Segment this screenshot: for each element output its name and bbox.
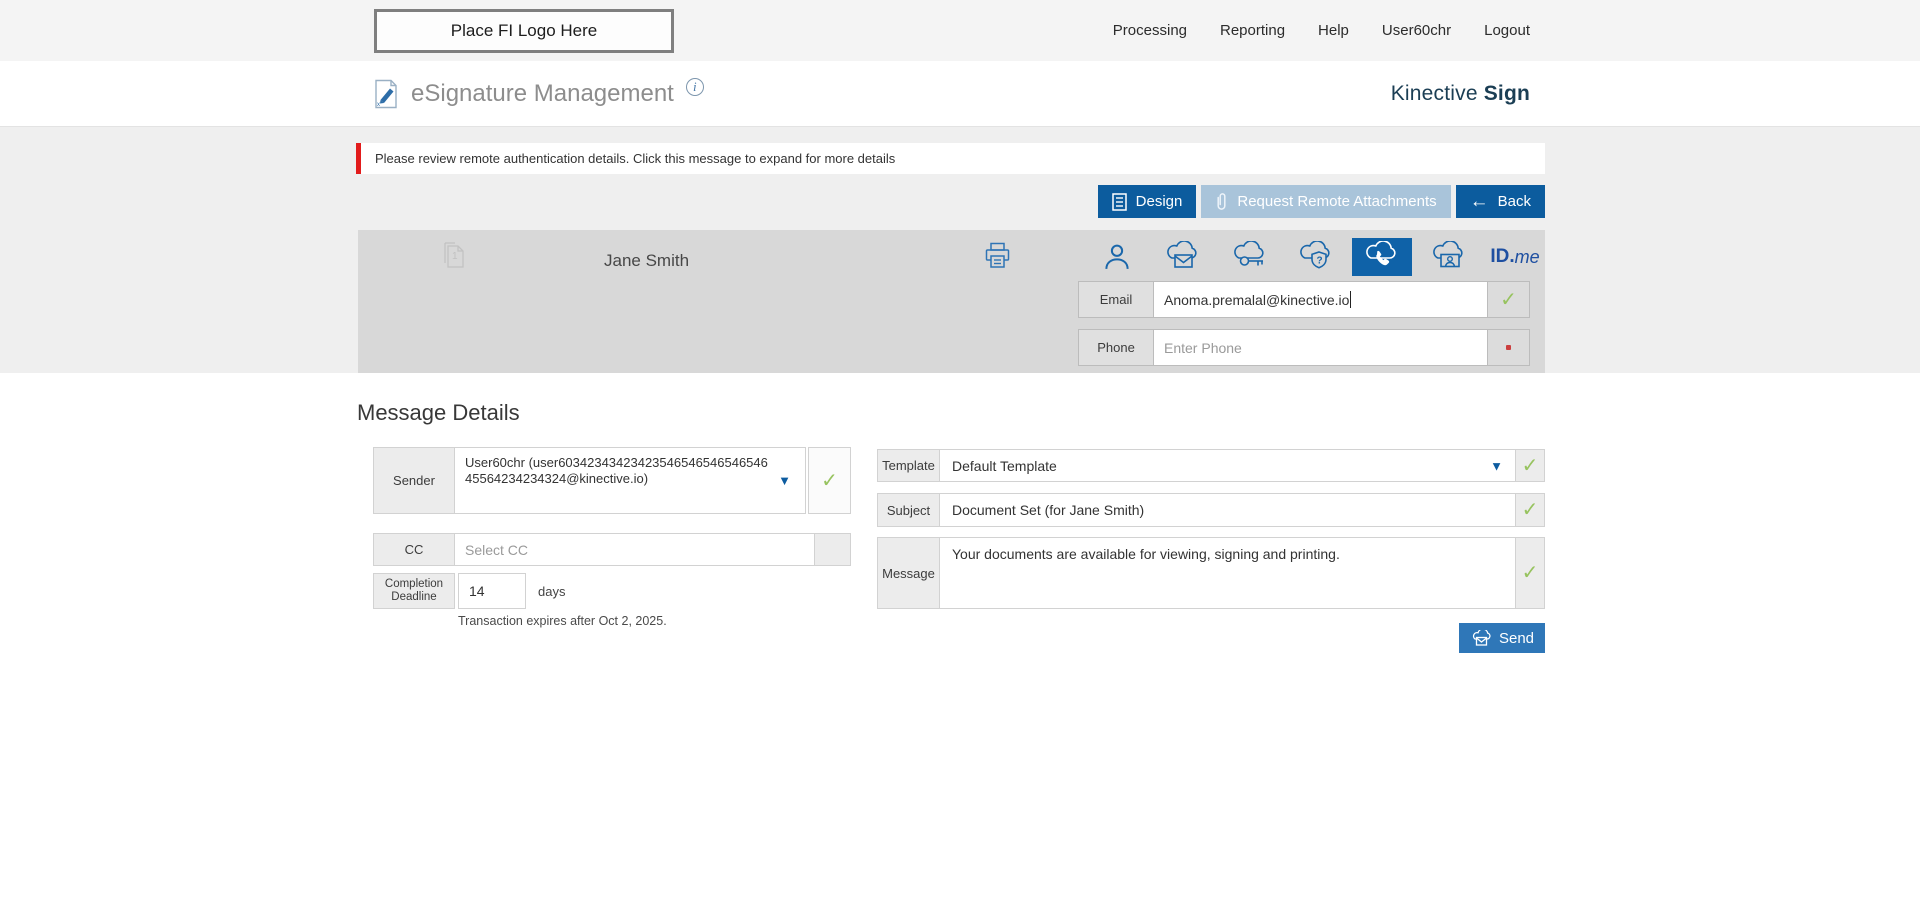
check-icon: ✓ <box>1500 290 1517 310</box>
alert-text: Please review remote authentication deta… <box>375 151 895 166</box>
check-icon: ✓ <box>1522 500 1539 520</box>
check-icon: ✓ <box>1522 563 1539 583</box>
completion-deadline-label: Completion Deadline <box>373 573 455 609</box>
text-cursor <box>1350 291 1351 308</box>
idme-logo[interactable]: ID.me <box>1485 238 1545 276</box>
nav-processing[interactable]: Processing <box>1113 22 1187 39</box>
cc-valid-cell <box>815 533 851 566</box>
send-button[interactable]: Send <box>1459 623 1545 653</box>
cloud-envelope-icon[interactable] <box>1153 238 1213 276</box>
message-textarea[interactable]: Your documents are available for viewing… <box>940 537 1516 609</box>
sender-label: Sender <box>373 447 455 514</box>
svg-text:x: x <box>377 102 380 108</box>
subject-input[interactable] <box>940 493 1516 527</box>
idme-logo-italic: me <box>1515 247 1540 268</box>
phone-required-cell <box>1488 329 1530 366</box>
cloud-id-capture-icon[interactable] <box>1419 238 1479 276</box>
back-arrow-icon: ← <box>1470 192 1489 211</box>
top-bar: Place FI Logo Here Processing Reporting … <box>0 0 1920 61</box>
cloud-shield-question-icon[interactable]: ? <box>1286 238 1346 276</box>
alert-banner[interactable]: Please review remote authentication deta… <box>356 143 1545 174</box>
auth-method-icons: ? ID.me <box>1087 238 1545 276</box>
top-nav: Processing Reporting Help User60chr Logo… <box>1113 0 1530 61</box>
required-dot-icon <box>1506 345 1511 350</box>
cc-input[interactable] <box>455 533 815 566</box>
back-button-label: Back <box>1498 193 1531 210</box>
nav-reporting[interactable]: Reporting <box>1220 22 1285 39</box>
check-icon: ✓ <box>1522 456 1539 476</box>
template-row: Template Default Template ▼ ✓ <box>877 449 1545 482</box>
phone-label: Phone <box>1078 329 1153 366</box>
paperclip-icon <box>1215 192 1228 211</box>
fi-logo-text: Place FI Logo Here <box>451 21 597 41</box>
svg-text:?: ? <box>1316 256 1322 267</box>
brand-regular: Kinective <box>1391 82 1478 106</box>
nav-logout[interactable]: Logout <box>1484 22 1530 39</box>
dropdown-arrow-icon[interactable]: ▼ <box>778 473 791 489</box>
expiry-note: Transaction expires after Oct 2, 2025. <box>458 614 667 628</box>
request-remote-attachments-button[interactable]: Request Remote Attachments <box>1201 185 1450 218</box>
app-header: x eSignature Management i Kinective Sign <box>0 61 1920 127</box>
recipient-panel: 1 Jane Smith <box>358 230 1545 373</box>
send-button-label: Send <box>1499 630 1534 647</box>
email-value: Anoma.premalal@kinective.io <box>1164 292 1349 308</box>
email-label: Email <box>1078 281 1153 318</box>
phone-input[interactable] <box>1153 329 1488 366</box>
email-valid-cell: ✓ <box>1488 281 1530 318</box>
page-title: eSignature Management <box>411 80 674 108</box>
title-wrap: x eSignature Management i <box>374 61 704 127</box>
cc-label: CC <box>373 533 455 566</box>
idme-logo-bold: ID. <box>1490 246 1514 268</box>
sender-row: Sender User60chr (user603423434234235465… <box>373 447 851 514</box>
info-icon[interactable]: i <box>686 78 704 96</box>
person-icon[interactable] <box>1087 238 1147 276</box>
subject-row: Subject ✓ <box>877 493 1545 527</box>
template-select[interactable]: Default Template ▼ <box>940 449 1516 482</box>
brand-logo: Kinective Sign <box>1391 61 1530 127</box>
template-valid-cell: ✓ <box>1516 449 1545 482</box>
document-count-number: 1 <box>452 251 458 262</box>
send-envelope-icon <box>1470 630 1491 647</box>
brand-bold: Sign <box>1484 82 1530 106</box>
deadline-days-input[interactable]: 14 <box>458 573 526 609</box>
design-button[interactable]: Design <box>1098 185 1197 218</box>
sender-valid-cell: ✓ <box>808 447 851 514</box>
email-row: Email Anoma.premalal@kinective.io ✓ <box>1078 281 1530 318</box>
message-row: Message Your documents are available for… <box>877 537 1545 609</box>
sender-value: User60chr (user6034234342342354654654654… <box>465 455 768 486</box>
subject-label: Subject <box>877 493 940 527</box>
template-label: Template <box>877 449 940 482</box>
design-document-icon <box>1112 193 1127 211</box>
completion-deadline-row: Completion Deadline 14 days <box>373 573 565 609</box>
nav-help[interactable]: Help <box>1318 22 1349 39</box>
cc-row: CC <box>373 533 851 566</box>
dropdown-arrow-icon[interactable]: ▼ <box>1490 458 1503 473</box>
message-details-heading: Message Details <box>357 400 520 426</box>
cloud-phone-icon[interactable] <box>1352 238 1412 276</box>
cloud-key-icon[interactable] <box>1220 238 1280 276</box>
deadline-unit-label: days <box>538 584 565 599</box>
esignature-document-pen-icon: x <box>374 79 399 109</box>
subject-valid-cell: ✓ <box>1516 493 1545 527</box>
document-count-icon: 1 <box>443 242 466 271</box>
template-value: Default Template <box>952 458 1057 474</box>
phone-row: Phone <box>1078 329 1530 366</box>
nav-user[interactable]: User60chr <box>1382 22 1451 39</box>
deadline-days-value: 14 <box>469 583 485 599</box>
message-valid-cell: ✓ <box>1516 537 1545 609</box>
sender-select[interactable]: User60chr (user6034234342342354654654654… <box>455 447 806 514</box>
message-label: Message <box>877 537 940 609</box>
fi-logo-placeholder[interactable]: Place FI Logo Here <box>374 9 674 53</box>
page: Place FI Logo Here Processing Reporting … <box>0 0 1920 901</box>
printer-icon[interactable] <box>985 242 1010 269</box>
check-icon: ✓ <box>821 471 838 491</box>
email-input[interactable]: Anoma.premalal@kinective.io <box>1153 281 1488 318</box>
design-button-label: Design <box>1136 193 1183 210</box>
request-remote-attachments-label: Request Remote Attachments <box>1237 193 1436 210</box>
back-button[interactable]: ← Back <box>1456 185 1545 218</box>
recipient-name: Jane Smith <box>604 251 689 271</box>
toolbar: Design Request Remote Attachments ← Back <box>1085 185 1545 218</box>
